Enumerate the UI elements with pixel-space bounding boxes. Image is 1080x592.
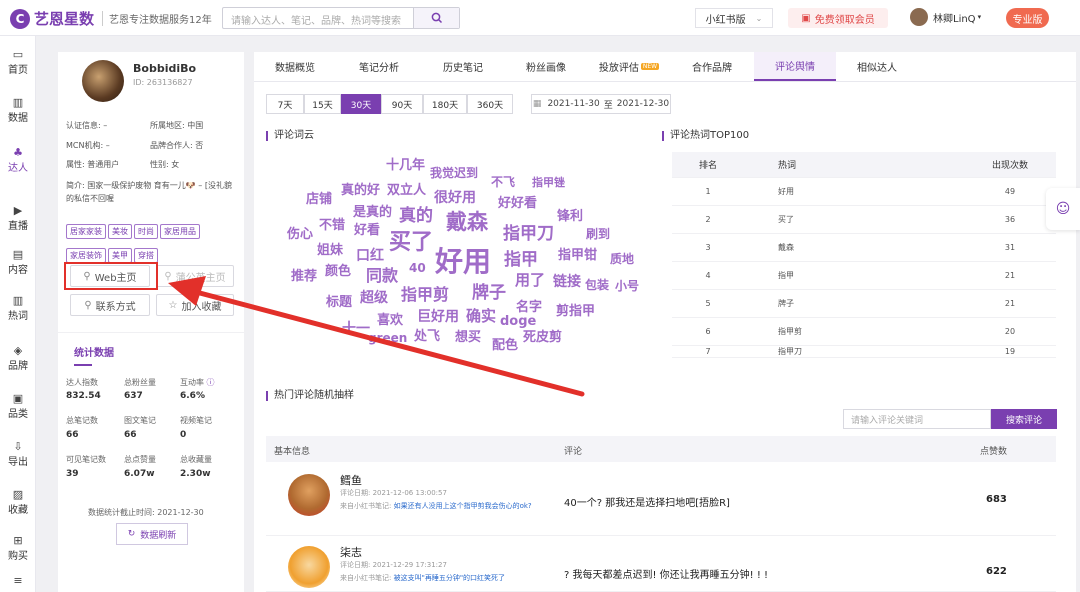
annotation-arrow	[168, 276, 585, 397]
